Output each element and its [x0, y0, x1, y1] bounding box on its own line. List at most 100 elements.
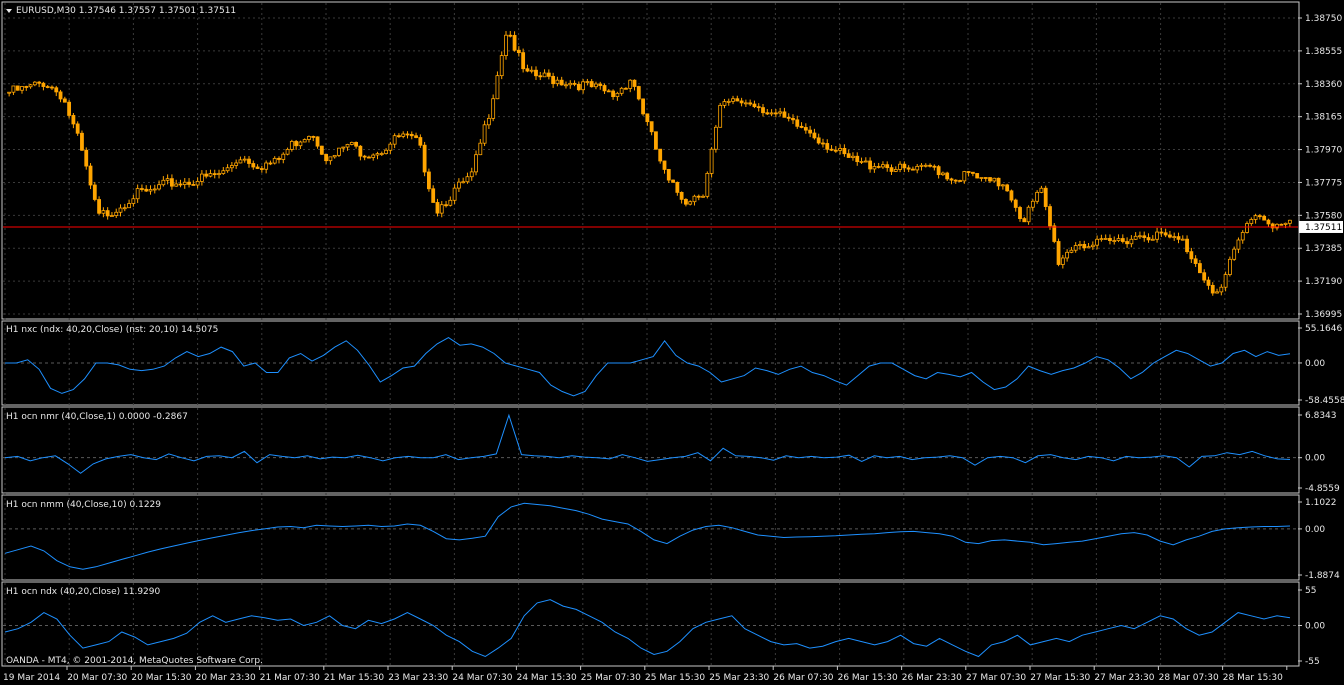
candle-body: [1172, 236, 1177, 239]
candle-body: [1253, 215, 1258, 220]
y-tick-label: 1.38750: [1305, 14, 1342, 24]
candle-body: [1176, 236, 1181, 240]
candle-body: [1266, 219, 1271, 225]
candle-body: [371, 154, 376, 158]
candle-body: [105, 210, 110, 217]
candle-body: [1090, 244, 1095, 248]
candle-body: [722, 101, 727, 106]
candle-body: [1223, 274, 1228, 288]
y-tick-label: -58.4558: [1305, 396, 1344, 406]
candle-body: [555, 79, 560, 85]
candle-body: [264, 162, 269, 170]
candle-body: [1073, 245, 1078, 251]
candle-body: [199, 173, 204, 182]
candle-body: [983, 177, 988, 179]
y-tick-label: 1.36995: [1305, 310, 1342, 320]
candle-body: [238, 159, 243, 164]
candle-body: [1257, 215, 1262, 218]
candle-body: [28, 84, 33, 88]
candle-body: [1193, 258, 1198, 264]
candle-body: [1018, 207, 1022, 219]
candle-body: [619, 87, 624, 94]
candle-body: [349, 141, 354, 145]
candle-body: [868, 160, 872, 170]
candle-body: [1232, 248, 1237, 260]
x-tick-label: 24 Mar 07:30: [452, 673, 512, 683]
candle-body: [688, 201, 693, 205]
candle-body: [1198, 263, 1202, 274]
candle-body: [469, 171, 474, 178]
candle-body: [1120, 238, 1125, 242]
time-axis: 19 Mar 2014 20 Mar 07:30 20 Mar 15:30 20 Ma…: [3, 666, 1288, 683]
candle-body: [585, 81, 590, 83]
y-tick-label: 0.00: [1305, 525, 1325, 535]
candle-body: [1146, 237, 1151, 241]
candle-body: [1108, 238, 1112, 242]
candle-body: [1249, 219, 1254, 224]
candle-body: [1150, 238, 1155, 241]
candle-body: [803, 127, 808, 131]
candle-body: [354, 141, 358, 147]
x-tick-label: 26 Mar 15:30: [838, 673, 898, 683]
candle-body: [1287, 219, 1292, 224]
menu-triangle-icon[interactable]: [6, 9, 12, 13]
candle-body: [508, 34, 513, 37]
x-tick-label: 28 Mar 15:30: [1223, 673, 1283, 683]
candle-body: [564, 84, 568, 87]
candle-body: [1069, 249, 1074, 253]
candle-body: [1095, 238, 1100, 246]
candle-body: [1056, 241, 1061, 265]
candle-body: [375, 153, 380, 156]
x-tick-label: 27 Mar 07:30: [966, 673, 1026, 683]
candle-body: [328, 156, 333, 162]
candle-body: [362, 155, 367, 158]
candle-body: [671, 179, 675, 183]
candle-body: [259, 168, 264, 170]
candle-body: [876, 166, 881, 168]
candle-body: [1206, 279, 1211, 286]
candle-body: [1262, 215, 1267, 221]
candle-body: [911, 168, 915, 171]
candle-body: [431, 188, 436, 203]
candle-body: [829, 148, 834, 151]
candle-body: [756, 106, 761, 109]
candle-body: [148, 189, 153, 192]
candle-body: [307, 136, 311, 140]
candle-body: [495, 75, 500, 100]
candle-body: [337, 147, 341, 156]
candle-body: [452, 187, 457, 201]
x-tick-label: 20 Mar 15:30: [131, 673, 191, 683]
candle-body: [825, 143, 830, 150]
candle-body: [101, 210, 106, 214]
candle-body: [521, 52, 526, 70]
candle-body: [975, 173, 980, 179]
candle-body: [75, 123, 80, 134]
candle-body: [589, 81, 594, 88]
candle-body: [1086, 246, 1091, 249]
y-tick-label: 0.00: [1305, 622, 1325, 632]
candle-body: [988, 177, 992, 182]
x-tick-label: 20 Mar 07:30: [67, 673, 127, 683]
y-tick-label: 6.8343: [1305, 411, 1337, 421]
candle-body: [20, 86, 24, 91]
candle-body: [41, 82, 46, 87]
candle-body: [45, 86, 50, 88]
candle-body: [1048, 206, 1052, 227]
candle-body: [902, 163, 907, 169]
candle-body: [761, 107, 765, 114]
candle-body: [405, 133, 410, 136]
candle-body: [465, 176, 470, 183]
candle-body: [345, 144, 350, 148]
candle-body: [628, 79, 633, 89]
x-tick-label: 24 Mar 15:30: [517, 673, 577, 683]
y-tick-label: 1.37190: [1305, 277, 1342, 287]
y-tick-label: 1.1022: [1305, 498, 1337, 508]
candle-body: [675, 181, 680, 193]
candle-body: [358, 145, 363, 157]
candle-body: [906, 167, 911, 170]
candle-body: [602, 85, 607, 92]
candle-body: [1125, 241, 1129, 245]
y-tick-label: 1.37970: [1305, 146, 1342, 156]
chart-canvas[interactable]: 1.38750 1.38555 1.38360 1.38165 1.37970 1.377…: [0, 0, 1344, 685]
candle-body: [229, 165, 234, 169]
